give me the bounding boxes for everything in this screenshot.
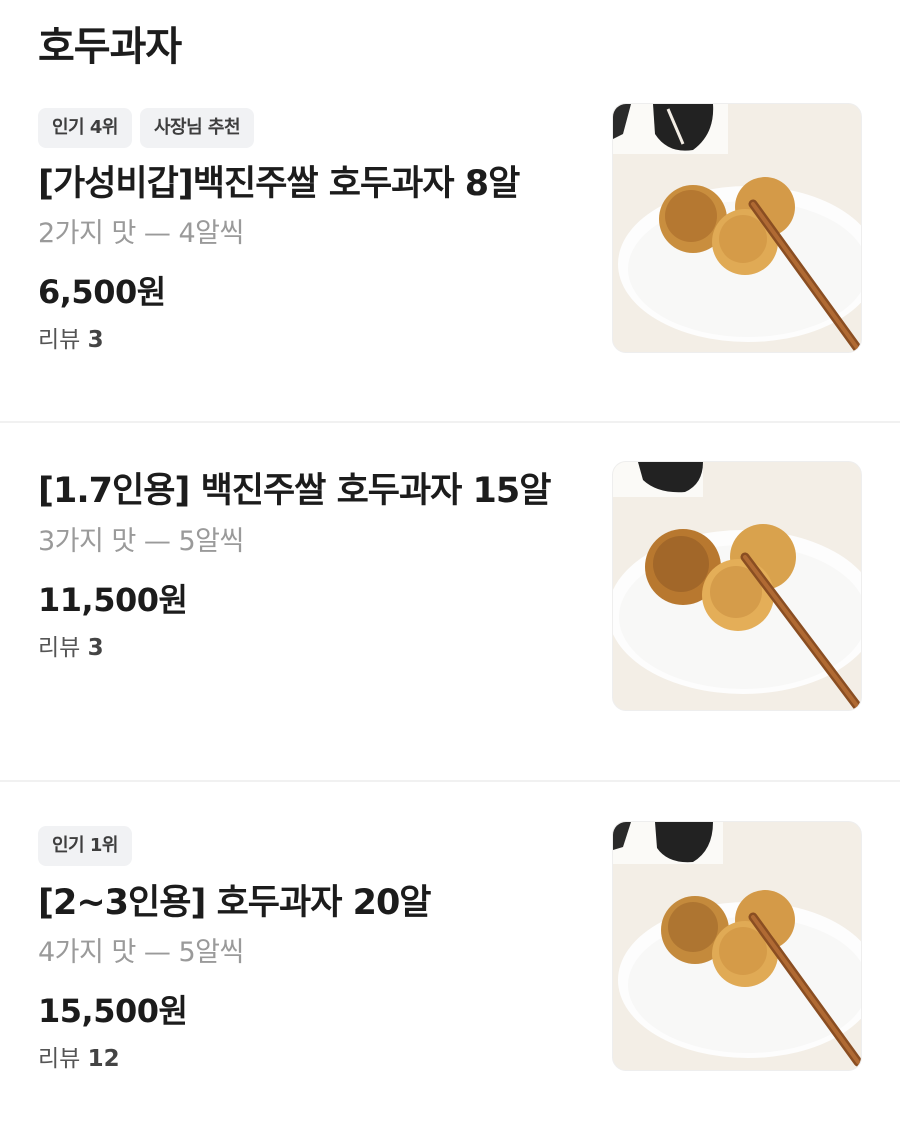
section-title: 호두과자	[38, 24, 182, 70]
popularity-badge: 인기 4위	[38, 108, 132, 148]
menu-item-info: 인기 4위 사장님 추천 [가성비갑]백진주쌀 호두과자 8알 2가지 맛 — …	[38, 108, 598, 356]
menu-item-review: 리뷰 12	[38, 1043, 598, 1075]
menu-item-price: 11,500원	[38, 581, 188, 619]
review-count: 3	[87, 327, 104, 353]
menu-item-price: 15,500원	[38, 992, 188, 1030]
review-label: 리뷰	[38, 327, 81, 353]
menu-item-review: 리뷰 3	[38, 324, 598, 356]
menu-item[interactable]: 인기 1위 [2~3인용] 호두과자 20알 4가지 맛 — 5알씩 15,50…	[0, 782, 900, 1133]
popularity-badge: 인기 1위	[38, 826, 132, 866]
walnut-cake-photo[interactable]	[612, 103, 862, 353]
review-label: 리뷰	[38, 1046, 81, 1072]
badge-group: 인기 1위	[38, 826, 598, 866]
review-count: 3	[87, 635, 104, 661]
walnut-cake-photo[interactable]	[612, 821, 862, 1071]
menu-item-review: 리뷰 3	[38, 632, 598, 664]
menu-item-info: 인기 1위 [2~3인용] 호두과자 20알 4가지 맛 — 5알씩 15,50…	[38, 826, 598, 1075]
divider	[0, 421, 900, 423]
menu-item-option: 4가지 맛 — 5알씩	[38, 937, 244, 968]
menu-item-name: [1.7인용] 백진주쌀 호두과자 15알	[38, 471, 551, 511]
menu-item[interactable]: [1.7인용] 백진주쌀 호두과자 15알 3가지 맛 — 5알씩 11,500…	[0, 424, 900, 780]
menu-item-option: 2가지 맛 — 4알씩	[38, 218, 244, 249]
review-label: 리뷰	[38, 635, 81, 661]
walnut-cake-image	[613, 822, 861, 1070]
owner-recommend-badge: 사장님 추천	[139, 108, 255, 148]
walnut-cake-photo[interactable]	[612, 461, 862, 711]
menu-item[interactable]: 인기 4위 사장님 추천 [가성비갑]백진주쌀 호두과자 8알 2가지 맛 — …	[0, 82, 900, 422]
review-count: 12	[87, 1046, 120, 1072]
walnut-cake-image	[613, 462, 861, 710]
menu-item-name: [가성비갑]백진주쌀 호두과자 8알	[38, 164, 520, 204]
menu-item-name: [2~3인용] 호두과자 20알	[38, 883, 432, 923]
menu-item-price: 6,500원	[38, 273, 166, 311]
menu-item-option: 3가지 맛 — 5알씩	[38, 526, 244, 557]
walnut-cake-image	[613, 104, 861, 352]
menu-item-info: [1.7인용] 백진주쌀 호두과자 15알 3가지 맛 — 5알씩 11,500…	[38, 463, 598, 664]
badge-group: 인기 4위 사장님 추천	[38, 108, 598, 148]
